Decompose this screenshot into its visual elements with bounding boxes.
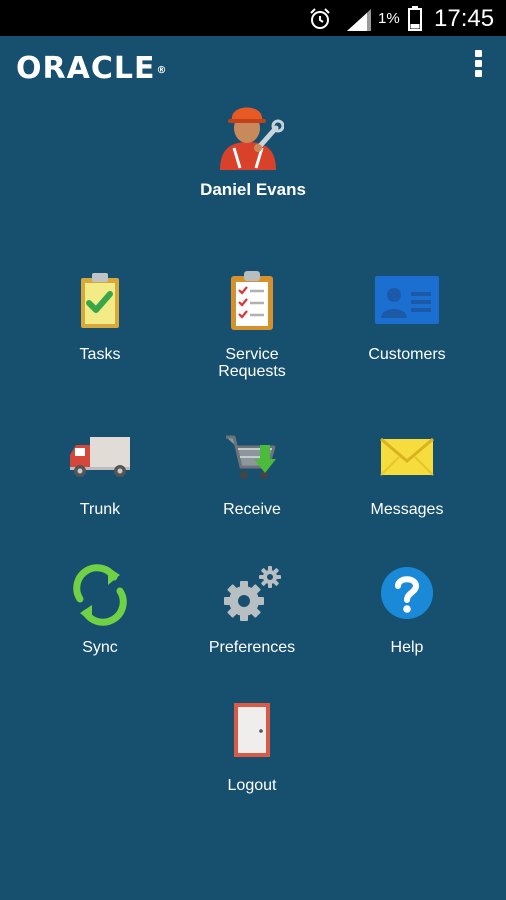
door-icon (234, 703, 270, 757)
checklist-icon (231, 271, 273, 330)
battery-icon (408, 6, 422, 31)
tile-tasks[interactable]: Tasks (35, 266, 165, 363)
status-bar: 1% 17:45 (0, 0, 506, 36)
battery-percent: 1% (378, 10, 400, 27)
clock: 17:45 (434, 5, 495, 32)
contact-card-icon (375, 276, 439, 324)
shopping-cart-icon (226, 435, 276, 479)
overflow-menu-button[interactable] (466, 48, 490, 84)
tile-label: Preferences (208, 639, 296, 656)
tile-logout[interactable]: Logout (187, 697, 317, 794)
tile-trunk[interactable]: Trunk (35, 421, 165, 518)
tile-customers[interactable]: Customers (342, 266, 472, 363)
tile-label: Tasks (79, 346, 121, 363)
tile-label: Receive (223, 501, 281, 518)
overflow-menu-icon (466, 50, 490, 77)
app-header: ORACLE® (0, 36, 506, 100)
user-name: Daniel Evans (200, 180, 306, 199)
envelope-icon (380, 437, 434, 476)
tile-help[interactable]: Help (342, 559, 472, 656)
tile-label: Trunk (79, 501, 121, 518)
tile-sync[interactable]: Sync (35, 559, 165, 656)
tile-messages[interactable]: Messages (342, 421, 472, 518)
oracle-logo: ORACLE® (16, 52, 167, 86)
tile-service-requests[interactable]: Service Requests (187, 266, 317, 380)
technician-avatar-icon (220, 107, 284, 170)
tile-label: Customers (368, 346, 446, 363)
tile-label: Sync (82, 639, 118, 656)
truck-icon (70, 437, 130, 477)
registered-mark: ® (156, 65, 168, 76)
tile-label: Logout (227, 777, 277, 794)
signal-icon (347, 9, 371, 31)
alarm-icon (310, 8, 330, 29)
tile-receive[interactable]: Receive (187, 421, 317, 518)
tile-label: Service Requests (218, 346, 286, 380)
sync-icon (73, 564, 127, 626)
logo-text: ORACLE (16, 51, 156, 86)
tile-preferences[interactable]: Preferences (187, 559, 317, 656)
tile-label: Help (390, 639, 424, 656)
gears-icon (224, 566, 281, 621)
clipboard-check-icon (81, 273, 119, 328)
tile-label: Messages (370, 501, 444, 518)
help-icon (381, 567, 433, 619)
